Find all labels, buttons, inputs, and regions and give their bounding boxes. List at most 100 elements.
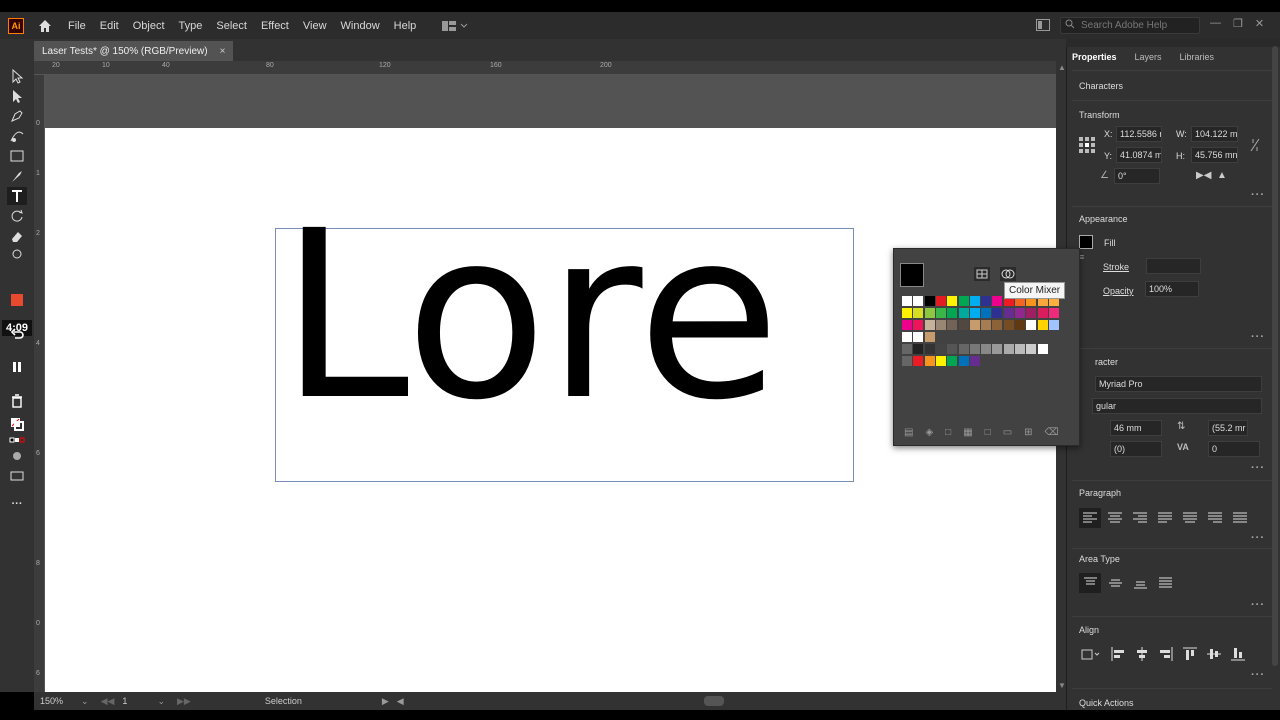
align-horizontal-center-icon[interactable] — [1135, 647, 1149, 661]
color-swatch[interactable] — [935, 308, 946, 318]
rotation-field[interactable]: 0° — [1114, 168, 1160, 184]
y-position-field[interactable]: 41.0874 m — [1116, 147, 1162, 163]
new-swatch-icon[interactable]: ⊞ — [1024, 427, 1032, 438]
color-swatch[interactable] — [935, 296, 946, 306]
edit-toolbar-icon[interactable]: ··· — [7, 495, 27, 513]
menu-file[interactable]: File — [68, 20, 86, 32]
pen-tool-icon[interactable] — [7, 107, 27, 125]
align-right-edges-icon[interactable] — [1159, 647, 1173, 661]
record-stop-icon[interactable] — [7, 291, 27, 309]
color-swatch[interactable] — [969, 356, 980, 366]
color-swatch[interactable] — [981, 308, 992, 318]
color-swatch[interactable] — [913, 344, 924, 354]
artboard-dropdown-icon[interactable]: ⌄ — [157, 696, 165, 707]
color-swatch[interactable] — [1003, 320, 1014, 330]
swatch-options-icon[interactable]: □ — [945, 427, 951, 438]
rotate-tool-icon[interactable] — [7, 207, 27, 225]
workspace-switcher-icon[interactable] — [442, 20, 468, 32]
artboard-text[interactable]: Lore — [280, 200, 780, 432]
color-swatch[interactable] — [992, 344, 1003, 354]
draw-mode-icon[interactable] — [7, 447, 27, 465]
area-justify-icon[interactable] — [1159, 577, 1172, 589]
delete-swatch-icon[interactable]: ⌫ — [1045, 427, 1059, 438]
font-family-field[interactable]: Myriad Pro — [1095, 376, 1262, 392]
color-swatch[interactable] — [947, 296, 958, 306]
color-swatch[interactable] — [1037, 344, 1048, 354]
font-style-field[interactable]: gular — [1092, 398, 1262, 414]
tab-layers[interactable]: Layers — [1135, 52, 1162, 62]
color-swatch[interactable] — [969, 296, 980, 306]
font-size-field[interactable]: 46 mm — [1110, 420, 1162, 436]
eraser-tool-icon[interactable] — [7, 227, 27, 245]
folder-icon[interactable]: ▭ — [1003, 427, 1012, 438]
color-swatch[interactable] — [1003, 308, 1014, 318]
color-swatch[interactable] — [902, 332, 912, 342]
area-align-center-icon[interactable] — [1109, 577, 1122, 589]
horizontal-scrollbar-thumb[interactable] — [704, 696, 724, 706]
flip-horizontal-icon[interactable]: ▶◀ — [1196, 170, 1211, 181]
justify-all-icon[interactable] — [1233, 512, 1247, 524]
color-swatch[interactable] — [1026, 320, 1037, 330]
curvature-tool-icon[interactable] — [7, 127, 27, 145]
screen-mode-icon[interactable] — [7, 467, 27, 485]
align-left-edges-icon[interactable] — [1111, 647, 1125, 661]
leading-field[interactable]: (55.2 mr — [1208, 420, 1248, 436]
close-window-icon[interactable]: ✕ — [1255, 17, 1264, 30]
color-swatch[interactable] — [1015, 320, 1025, 330]
close-tab-icon[interactable]: × — [220, 46, 226, 57]
flip-vertical-icon[interactable]: ▲ — [1217, 170, 1227, 181]
color-swatch[interactable] — [947, 344, 958, 354]
color-swatch[interactable] — [913, 332, 924, 342]
opacity-field[interactable]: 100% — [1145, 281, 1199, 297]
color-swatch[interactable] — [924, 308, 935, 318]
color-swatch[interactable] — [958, 296, 969, 306]
color-swatch[interactable] — [902, 308, 912, 318]
menu-effect[interactable]: Effect — [261, 20, 289, 32]
more-options-icon[interactable]: ··· — [1251, 331, 1265, 343]
color-swatch[interactable] — [902, 356, 912, 366]
color-swatch[interactable] — [958, 344, 969, 354]
color-swatch[interactable] — [947, 308, 958, 318]
color-swatch[interactable] — [924, 296, 935, 306]
color-swatch[interactable] — [902, 320, 912, 330]
stroke-weight-field[interactable] — [1146, 258, 1201, 274]
reference-point-icon[interactable] — [1078, 136, 1096, 157]
x-position-field[interactable]: 112.5586 r — [1116, 126, 1162, 142]
color-swatch[interactable] — [969, 308, 980, 318]
search-input[interactable]: Search Adobe Help — [1060, 17, 1200, 34]
tab-properties[interactable]: Properties — [1072, 52, 1117, 62]
rectangle-tool-icon[interactable] — [7, 147, 27, 165]
align-center-icon[interactable] — [1108, 512, 1122, 524]
horizontal-scroll-left-icon[interactable]: ◀ — [397, 696, 404, 707]
rotate-view-icon[interactable] — [7, 245, 27, 263]
color-swatch[interactable] — [924, 320, 935, 330]
color-swatch[interactable] — [969, 344, 980, 354]
color-swatch[interactable] — [913, 320, 924, 330]
color-swatch[interactable] — [958, 320, 969, 330]
first-artboard-icon[interactable]: ◀◀ — [101, 696, 115, 707]
last-artboard-icon[interactable]: ▶▶ — [177, 696, 191, 707]
menu-type[interactable]: Type — [179, 20, 203, 32]
area-align-top-icon[interactable] — [1084, 577, 1097, 589]
menu-edit[interactable]: Edit — [100, 20, 119, 32]
color-swatch[interactable] — [1037, 308, 1048, 318]
tracking-field[interactable]: 0 — [1208, 441, 1260, 457]
color-swatch[interactable] — [947, 356, 958, 366]
color-swatch[interactable] — [902, 344, 912, 354]
stroke-label[interactable]: Stroke — [1103, 262, 1129, 272]
tab-libraries[interactable]: Libraries — [1180, 52, 1215, 62]
color-group-icon[interactable]: □ — [985, 427, 991, 438]
more-options-icon[interactable]: ··· — [1251, 532, 1265, 544]
color-swatch[interactable] — [1048, 320, 1059, 330]
align-right-icon[interactable] — [1133, 512, 1147, 524]
color-swatch[interactable] — [981, 296, 992, 306]
color-swatch[interactable] — [924, 344, 935, 354]
zoom-level[interactable]: 150% — [40, 696, 63, 706]
pause-icon[interactable] — [7, 358, 27, 376]
trash-icon[interactable] — [7, 392, 27, 410]
panel-scrollbar[interactable] — [1272, 46, 1278, 666]
color-swatch[interactable] — [913, 356, 924, 366]
color-swatch[interactable] — [924, 356, 935, 366]
type-tool-icon[interactable] — [7, 187, 27, 205]
color-swatch[interactable] — [935, 320, 946, 330]
